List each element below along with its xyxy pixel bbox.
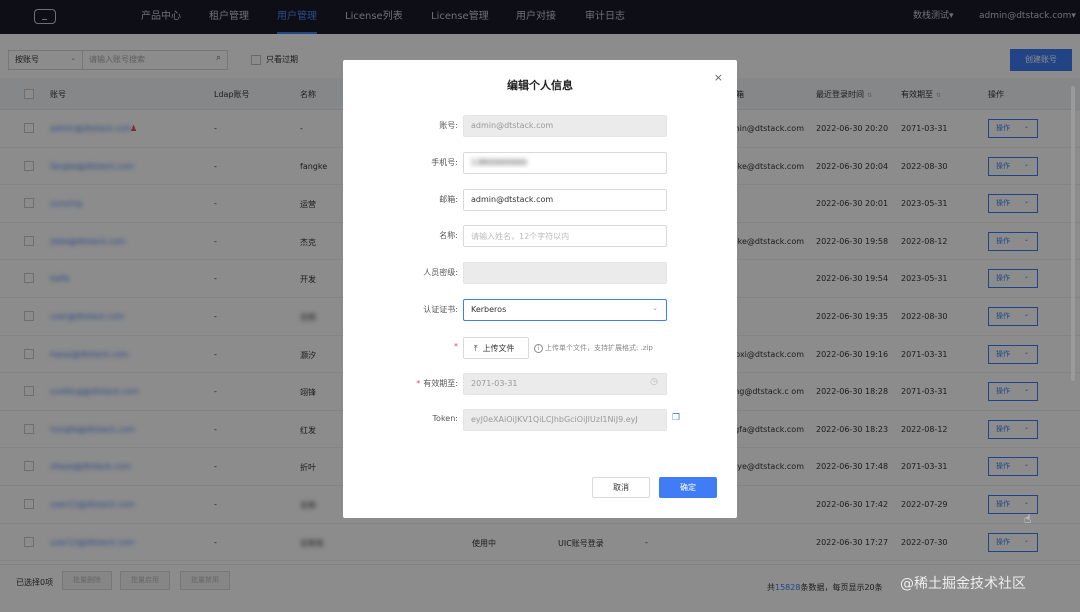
upload-button-label: 上传文件 xyxy=(482,344,515,353)
certificate-select[interactable]: Kerberos ⌄ xyxy=(463,299,667,321)
chevron-down-icon: ⌄ xyxy=(652,304,658,312)
field-security-level: 人员密级: xyxy=(343,262,737,284)
watermark: @稀土掘金技术社区 xyxy=(900,576,1026,592)
calendar-icon: ◷ xyxy=(650,377,658,387)
page-scrollbar[interactable] xyxy=(1071,86,1075,381)
certificate-value: Kerberos xyxy=(471,305,507,314)
field-upload: * ⤒ 上传文件 i 上传单个文件，支持扩展格式: .zip xyxy=(343,337,737,359)
dialog-title: 编辑个人信息 xyxy=(507,79,573,92)
copy-icon[interactable]: ❐ xyxy=(672,413,680,423)
account-label: 账号: xyxy=(439,121,458,130)
account-field: admin@dtstack.com xyxy=(463,115,667,137)
phone-value: 13800000000 xyxy=(471,158,527,167)
expire-value: 2071-03-31 xyxy=(471,379,518,388)
phone-label: 手机号: xyxy=(431,158,458,167)
cancel-button[interactable]: 取消 xyxy=(592,477,650,498)
field-certificate: 认证证书: Kerberos ⌄ xyxy=(343,299,737,321)
security-level-field xyxy=(463,262,667,284)
expire-date-picker: 2071-03-31 ◷ xyxy=(463,373,667,395)
close-icon[interactable]: × xyxy=(714,71,723,84)
field-account: 账号: admin@dtstack.com xyxy=(343,115,737,137)
field-phone: 手机号: 13800000000 xyxy=(343,152,737,174)
upload-file-button[interactable]: ⤒ 上传文件 xyxy=(463,337,529,359)
name-label: 名称: xyxy=(439,231,458,240)
field-expire: * 有效期至: 2071-03-31 ◷ xyxy=(343,373,737,395)
certificate-label: 认证证书: xyxy=(423,305,458,314)
name-field[interactable]: 请输入姓名，12个字符以内 xyxy=(463,225,667,247)
upload-hint-text: 上传单个文件，支持扩展格式: .zip xyxy=(545,344,653,352)
cursor-icon: ☝ xyxy=(1024,512,1032,526)
confirm-button[interactable]: 确定 xyxy=(659,477,717,498)
field-email: 邮箱: admin@dtstack.com xyxy=(343,189,737,211)
upload-required-mark: * xyxy=(454,342,458,351)
upload-icon: ⤒ xyxy=(474,344,478,353)
expire-label-text: 有效期至: xyxy=(423,379,458,388)
expire-label: * 有效期至: xyxy=(416,378,458,389)
token-field: eyJ0eXAiOiJKV1QiLCJhbGciOiJIUzI1NiJ9.eyJ xyxy=(463,409,667,431)
info-icon: i xyxy=(534,344,543,353)
field-name: 名称: 请输入姓名，12个字符以内 xyxy=(343,225,737,247)
required-mark: * xyxy=(416,379,421,388)
field-token: Token: eyJ0eXAiOiJKV1QiLCJhbGciOiJIUzI1N… xyxy=(343,409,737,431)
phone-field[interactable]: 13800000000 xyxy=(463,152,667,174)
email-field[interactable]: admin@dtstack.com xyxy=(463,189,667,211)
security-level-label: 人员密级: xyxy=(423,268,458,277)
token-label: Token: xyxy=(432,414,458,423)
edit-profile-dialog: 编辑个人信息 × 账号: admin@dtstack.com 手机号: 1380… xyxy=(343,60,737,518)
email-label: 邮箱: xyxy=(439,195,458,204)
upload-hint: i 上传单个文件，支持扩展格式: .zip xyxy=(534,343,653,353)
